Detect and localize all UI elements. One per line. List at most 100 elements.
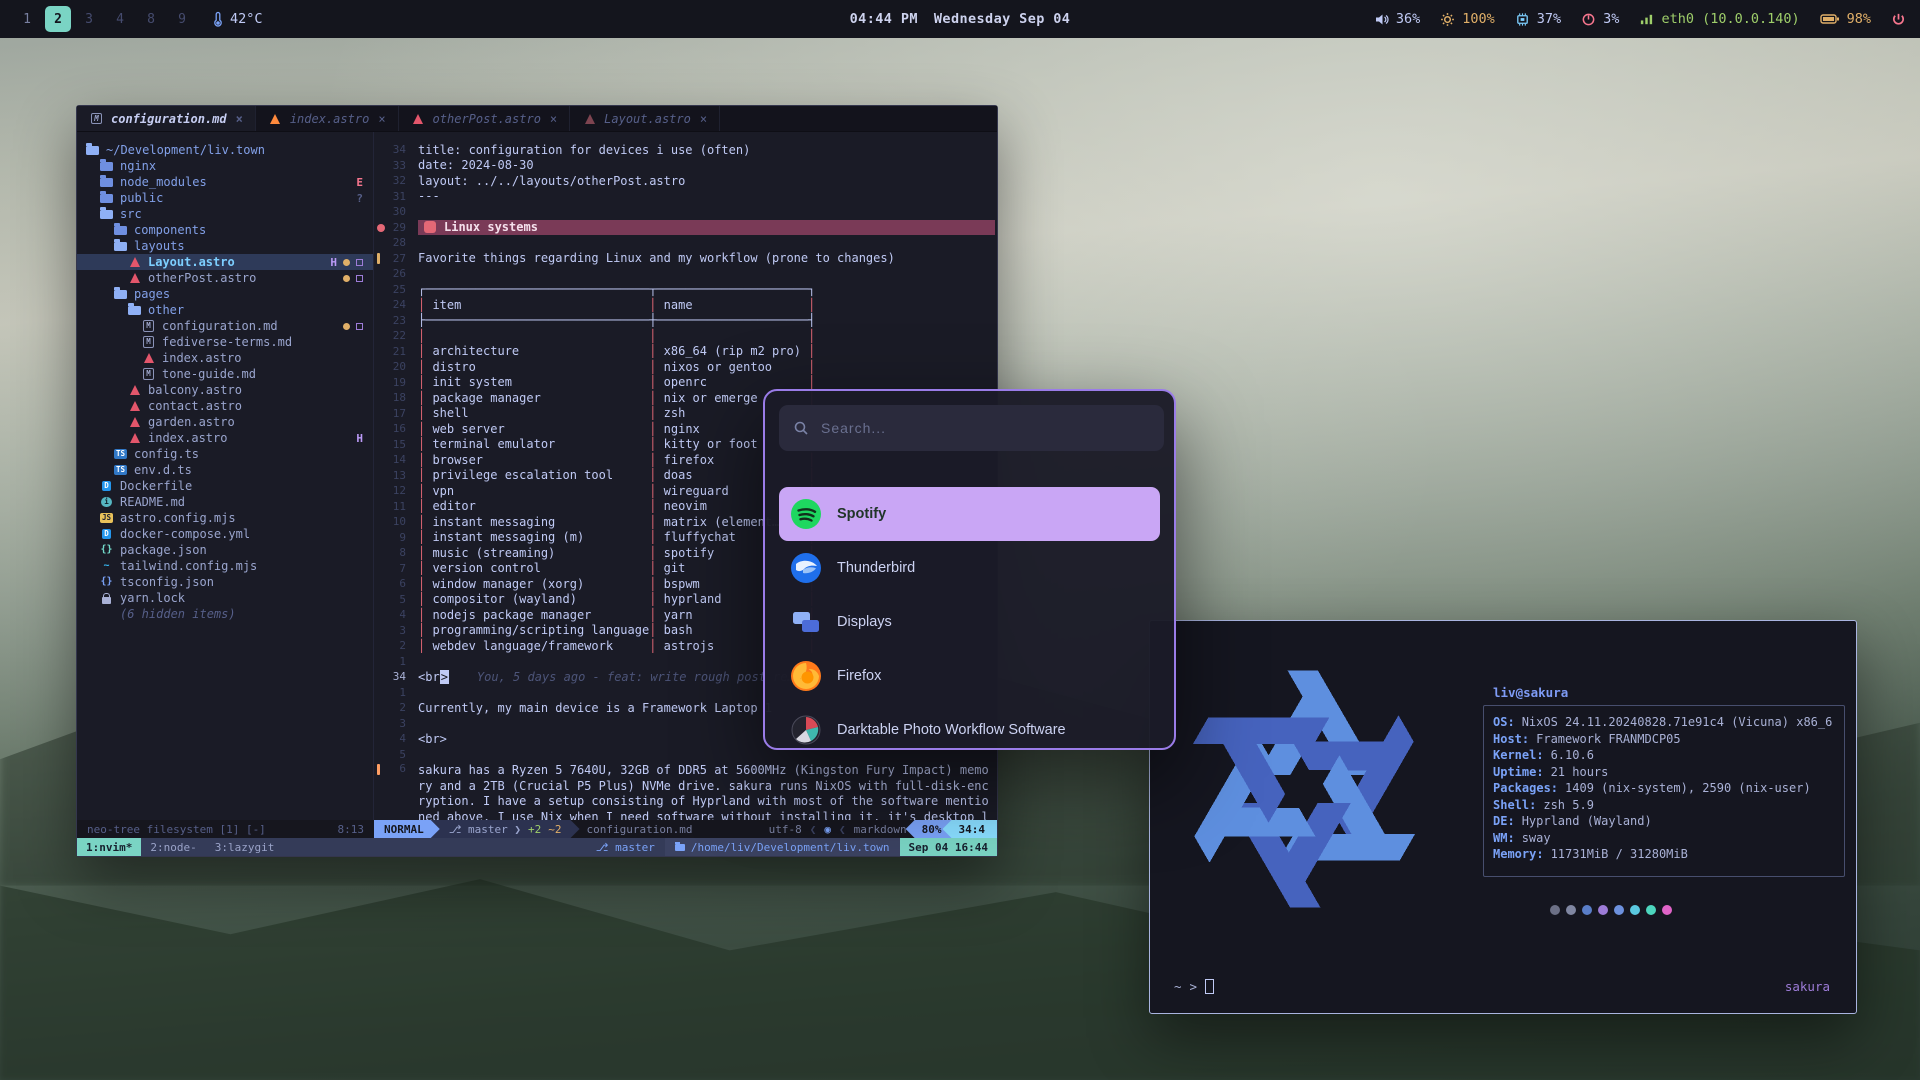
buffer-line[interactable]: 23├───────────────────────────────┼─────… [374, 313, 997, 329]
color-dot [1566, 905, 1576, 915]
tree-item-index.astro[interactable]: index.astro [77, 350, 373, 366]
tree-item-public[interactable]: public? [77, 190, 373, 206]
workspace-9[interactable]: 9 [169, 6, 195, 32]
launcher-item-Darktable Photo Workflow Software[interactable]: Darktable Photo Workflow Software [779, 703, 1160, 750]
tree-item-balcony.astro[interactable]: balcony.astro [77, 382, 373, 398]
launcher-item-Firefox[interactable]: Firefox [779, 649, 1160, 703]
launcher-item-label: Displays [837, 614, 892, 630]
tree-item-otherPost.astro[interactable]: otherPost.astro [77, 270, 373, 286]
line-number: 6 [374, 577, 418, 590]
tree-item-config.ts[interactable]: TSconfig.ts [77, 446, 373, 462]
buffer-line[interactable]: 33date: 2024-08-30 [374, 158, 997, 174]
tree-item-(6 hidden items)[interactable]: (6 hidden items) [77, 606, 373, 622]
astro-icon [130, 273, 140, 283]
search-input[interactable] [821, 420, 1150, 436]
tab-Layout.astro[interactable]: Layout.astro× [570, 106, 720, 131]
tree-item-node_modules[interactable]: node_modulesE [77, 174, 373, 190]
close-icon[interactable]: × [236, 112, 243, 126]
workspace-2[interactable]: 2 [45, 6, 71, 32]
buffer-open-icon [356, 275, 363, 282]
workspace-1[interactable]: 1 [14, 6, 40, 32]
tree-item-index.astro[interactable]: index.astroH [77, 430, 373, 446]
tmux-path: /home/liv/Development/liv.town [665, 838, 900, 856]
buffer-line[interactable]: 34title: configuration for devices i use… [374, 142, 997, 158]
tmux-window-lazygit[interactable]: 3:lazygit [206, 838, 284, 856]
close-icon[interactable]: × [700, 112, 707, 126]
tree-item-tsconfig.json[interactable]: {}tsconfig.json [77, 574, 373, 590]
folder-icon [100, 162, 113, 171]
tree-item-astro.config.mjs[interactable]: JSastro.config.mjs [77, 510, 373, 526]
tree-item-Dockerfile[interactable]: DDockerfile [77, 478, 373, 494]
tree-item-tone-guide.md[interactable]: Mtone-guide.md [77, 366, 373, 382]
line-number: 30 [374, 205, 418, 218]
git-status-letter: H [356, 432, 363, 445]
launcher-item-Spotify[interactable]: Spotify [779, 487, 1160, 541]
shell-prompt[interactable]: ~ > [1174, 979, 1214, 994]
workspace-4[interactable]: 4 [107, 6, 133, 32]
line-number: 28 [374, 236, 418, 249]
buffer-line[interactable]: 24│ item │ name │ [374, 297, 997, 313]
tree-item-env.d.ts[interactable]: TSenv.d.ts [77, 462, 373, 478]
text-cursor: > [440, 670, 449, 684]
statusline: neo-tree filesystem [1] [-] 8:13 NORMAL … [77, 820, 997, 838]
buffer-line[interactable]: 26 [374, 266, 997, 282]
buffer-line[interactable]: 27Favorite things regarding Linux and my… [374, 251, 997, 267]
tree-item-yarn.lock[interactable]: yarn.lock [77, 590, 373, 606]
folder-icon [675, 844, 685, 851]
buffer-line[interactable]: 22│ │ │ [374, 328, 997, 344]
buffer-line[interactable]: 6sakura has a Ryzen 5 7640U, 32GB of DDR… [374, 762, 997, 820]
terminal-color-dots [1550, 905, 1672, 915]
line-number: 19 [374, 376, 418, 389]
tree-item-src[interactable]: src [77, 206, 373, 222]
network-value: eth0 (10.0.0.140) [1661, 11, 1799, 27]
cursor-position: 34:4 [943, 820, 998, 838]
tree-item-Layout.astro[interactable]: Layout.astroH [77, 254, 373, 270]
file-tree: ~/Development/liv.townnginxnode_modulesE… [77, 132, 374, 820]
tmux-window-node[interactable]: 2:node- [141, 838, 205, 856]
tree-item-pages[interactable]: pages [77, 286, 373, 302]
line-number: 15 [374, 438, 418, 451]
line-number: 8 [374, 546, 418, 559]
workspace-8[interactable]: 8 [138, 6, 164, 32]
tmux-window-nvim[interactable]: 1:nvim* [77, 838, 141, 856]
tab-otherPost.astro[interactable]: otherPost.astro× [399, 106, 571, 131]
tree-item-README.md[interactable]: iREADME.md [77, 494, 373, 510]
tree-item-docker-compose.yml[interactable]: Ddocker-compose.yml [77, 526, 373, 542]
folder-icon [100, 194, 113, 203]
buffer-line[interactable]: 29Linux systems [374, 220, 997, 236]
tree-item-layouts[interactable]: layouts [77, 238, 373, 254]
launcher-item-Displays[interactable]: Displays [779, 595, 1160, 649]
tab-configuration.md[interactable]: Mconfiguration.md× [77, 106, 256, 131]
tree-item-package.json[interactable]: {}package.json [77, 542, 373, 558]
tree-item-contact.astro[interactable]: contact.astro [77, 398, 373, 414]
git-status-letter: H [330, 256, 337, 269]
tree-item-other[interactable]: other [77, 302, 373, 318]
power-button[interactable] [1891, 12, 1906, 27]
buffer-line[interactable]: 28 [374, 235, 997, 251]
buffer-line[interactable]: 20│ distro │ nixos or gentoo │ [374, 359, 997, 375]
buffer-line[interactable]: 25┌───────────────────────────────┬─────… [374, 282, 997, 298]
tree-item-components[interactable]: components [77, 222, 373, 238]
astro-icon [585, 114, 595, 124]
tree-item-configuration.md[interactable]: Mconfiguration.md [77, 318, 373, 334]
close-icon[interactable]: × [378, 112, 385, 126]
launcher-item-label: Spotify [837, 506, 886, 522]
close-icon[interactable]: × [550, 112, 557, 126]
git-branch: ⎇ master ❯ [449, 823, 521, 836]
tree-item-tailwind.config.mjs[interactable]: ~tailwind.config.mjs [77, 558, 373, 574]
tree-item-fediverse-terms.md[interactable]: Mfediverse-terms.md [77, 334, 373, 350]
buffer-line[interactable]: 21│ architecture │ x86_64 (rip m2 pro) │ [374, 344, 997, 360]
tmux-git-branch: ⎇ master [586, 838, 665, 856]
launcher-item-Thunderbird[interactable]: Thunderbird [779, 541, 1160, 595]
buffer-line[interactable]: 30 [374, 204, 997, 220]
line-number: 31 [374, 190, 418, 203]
lock-icon [102, 597, 111, 604]
tree-item-garden.astro[interactable]: garden.astro [77, 414, 373, 430]
tab-index.astro[interactable]: index.astro× [256, 106, 399, 131]
buffer-line[interactable]: 19│ init system │ openrc │ [374, 375, 997, 391]
buffer-line[interactable]: 32layout: ../../layouts/otherPost.astro [374, 173, 997, 189]
tree-item-~/Development/liv.town[interactable]: ~/Development/liv.town [77, 142, 373, 158]
buffer-line[interactable]: 31--- [374, 189, 997, 205]
tree-item-nginx[interactable]: nginx [77, 158, 373, 174]
workspace-3[interactable]: 3 [76, 6, 102, 32]
